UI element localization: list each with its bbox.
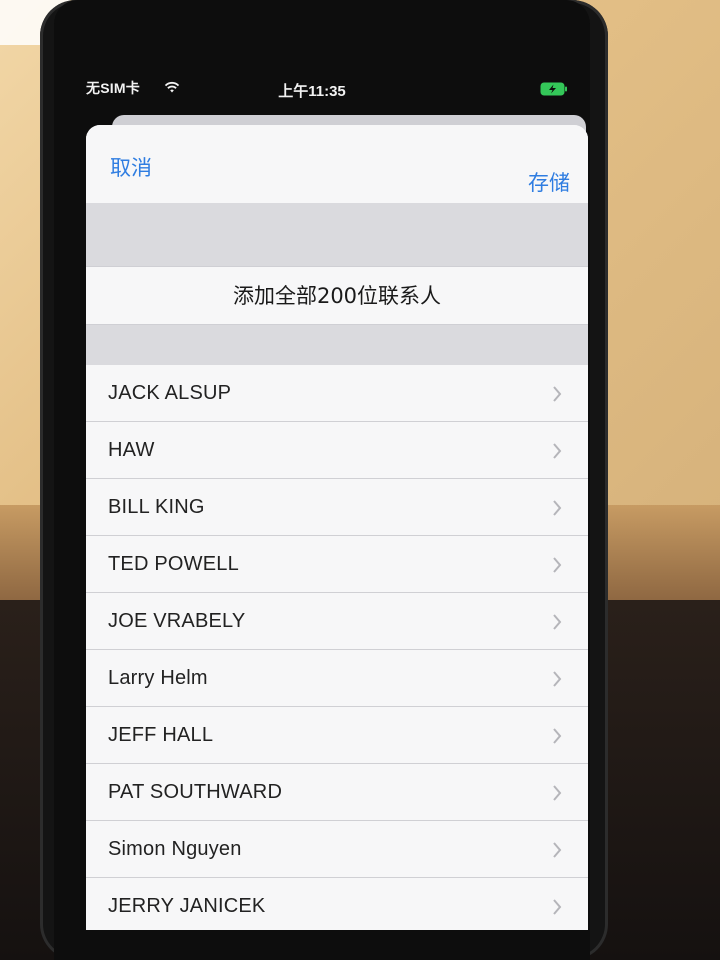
chevron-right-icon bbox=[553, 899, 562, 915]
contact-name: Simon Nguyen bbox=[108, 837, 242, 860]
contact-row[interactable]: JOE VRABELY bbox=[86, 593, 588, 650]
section-gap bbox=[86, 325, 588, 365]
chevron-right-icon bbox=[553, 785, 562, 801]
contact-row[interactable]: TED POWELL bbox=[86, 536, 588, 593]
contact-name: BILL KING bbox=[108, 495, 205, 518]
contact-row[interactable]: JERRY JANICEK bbox=[86, 878, 588, 930]
chevron-right-icon bbox=[553, 386, 562, 402]
chevron-right-icon bbox=[553, 557, 562, 573]
contact-name: JEFF HALL bbox=[108, 723, 214, 746]
chevron-right-icon bbox=[553, 728, 562, 744]
contact-name: JOE VRABELY bbox=[108, 609, 246, 632]
chevron-right-icon bbox=[553, 614, 562, 630]
contact-name: PAT SOUTHWARD bbox=[108, 780, 283, 803]
chevron-right-icon bbox=[553, 842, 562, 858]
contact-row[interactable]: JEFF HALL bbox=[86, 707, 588, 764]
contact-name: HAW bbox=[108, 438, 155, 461]
contact-row[interactable]: PAT SOUTHWARD bbox=[86, 764, 588, 821]
chevron-right-icon bbox=[553, 500, 562, 516]
contact-row[interactable]: JACK ALSUP bbox=[86, 365, 588, 422]
save-button[interactable]: 存储 bbox=[528, 167, 570, 197]
phone-body: 无SIM卡 上午11:35 取消 存储 添加全部200位联系人 JACK ALS… bbox=[40, 0, 608, 960]
contacts-sheet: 取消 存储 添加全部200位联系人 JACK ALSUP HAW BILL KI… bbox=[86, 125, 588, 930]
contact-list: JACK ALSUP HAW BILL KING TED POWELL JOE … bbox=[86, 365, 588, 930]
section-gap bbox=[86, 203, 588, 266]
contact-row[interactable]: HAW bbox=[86, 422, 588, 479]
sheet-nav-bar: 取消 存储 bbox=[86, 125, 588, 203]
contact-row[interactable]: BILL KING bbox=[86, 479, 588, 536]
status-bar: 无SIM卡 上午11:35 bbox=[54, 72, 590, 106]
phone-screen: 无SIM卡 上午11:35 取消 存储 添加全部200位联系人 JACK ALS… bbox=[54, 0, 590, 960]
contact-row[interactable]: Simon Nguyen bbox=[86, 821, 588, 878]
contact-name: Larry Helm bbox=[108, 666, 208, 689]
chevron-right-icon bbox=[553, 443, 562, 459]
add-all-contacts-button[interactable]: 添加全部200位联系人 bbox=[86, 266, 588, 325]
battery-charging-icon bbox=[540, 82, 567, 96]
cancel-button[interactable]: 取消 bbox=[110, 152, 152, 182]
contact-row[interactable]: Larry Helm bbox=[86, 650, 588, 707]
status-time: 上午11:35 bbox=[278, 83, 346, 100]
contact-name: JACK ALSUP bbox=[108, 381, 232, 404]
chevron-right-icon bbox=[553, 671, 562, 687]
contact-name: JERRY JANICEK bbox=[108, 895, 266, 917]
contact-name: TED POWELL bbox=[108, 552, 239, 575]
